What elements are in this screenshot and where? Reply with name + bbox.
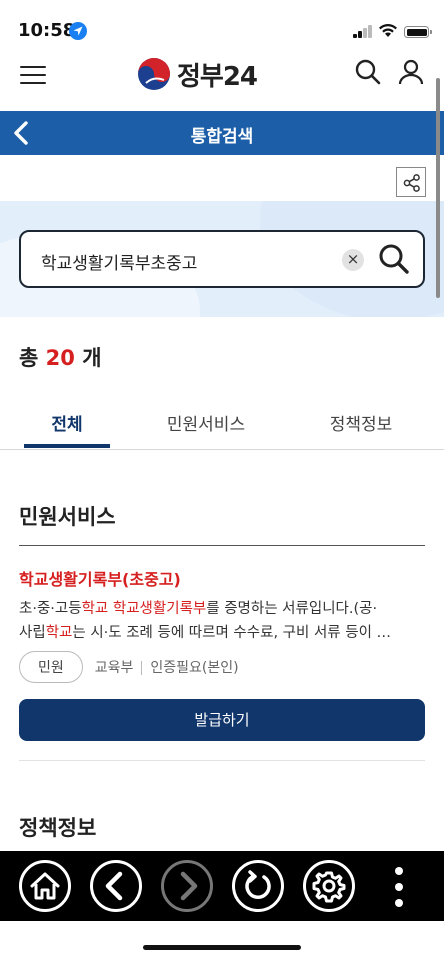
app-header: 정부24 [0,50,444,110]
search-query-text: 학교생활기록부초중고 [41,254,198,274]
home-button[interactable] [19,860,71,912]
home-indicator [143,945,301,950]
menu-icon[interactable] [20,64,46,86]
chevron-left-icon [105,871,123,901]
result-divider [19,760,425,761]
scrollbar[interactable] [436,78,440,298]
location-arrow-icon [69,22,87,40]
search-icon[interactable] [354,58,382,90]
section-title-civil: 민원서비스 [19,505,116,529]
chevron-right-icon [180,871,198,901]
battery-icon [404,26,432,38]
user-icon[interactable] [397,58,425,90]
site-logo[interactable]: 정부24 [137,56,258,92]
result-description: 초·중·고등학교 학교생활기록부를 증명하는 서류입니다.(공· 사립학교는 시… [19,601,392,641]
tab-civil-services[interactable]: 민원서비스 [150,410,262,435]
category-tag: 민원 [19,651,83,683]
status-time: 10:58 [18,20,76,41]
gear-icon [312,871,346,903]
share-icon [403,174,420,192]
active-tab-indicator [24,444,110,448]
search-submit-button[interactable] [377,242,411,280]
results-count: 20 [45,346,75,370]
search-icon [379,244,409,274]
share-button[interactable] [396,167,426,197]
reload-button[interactable] [232,860,284,912]
section-divider [19,545,425,546]
section-title-policy: 정책정보 [19,816,97,840]
back-button[interactable] [90,860,142,912]
reload-icon [245,870,271,899]
agency-label: 교육부 인증필요(본인) [94,660,239,676]
close-icon: × [346,250,360,268]
search-section: 학교생활기록부초중고 × [0,201,444,317]
forward-button[interactable] [161,860,213,912]
taegeuk-emblem-icon [138,58,170,90]
tab-all[interactable]: 전체 [24,410,110,435]
results-total: 총 20 개 [19,346,102,370]
clear-search-button[interactable]: × [342,249,364,271]
settings-button[interactable] [303,860,355,912]
tab-policy-info[interactable]: 정책정보 [315,410,407,435]
home-icon [30,872,60,900]
bottom-toolbar [0,851,444,921]
issue-button[interactable]: 발급하기 [19,699,425,741]
more-icon[interactable] [392,867,406,907]
result-tabs: 전체 민원서비스 정책정보 [0,396,444,450]
page-title: 통합검색 [190,127,254,147]
logo-text: 정부24 [177,61,258,92]
result-meta: 민원 교육부 인증필요(본인) [19,651,239,683]
cellular-signal-icon [353,25,373,38]
result-title-link[interactable]: 학교생활기록부(초중고) [19,566,181,590]
title-bar: 통합검색 [0,111,444,155]
status-bar: 10:58 [0,0,444,50]
search-input[interactable]: 학교생활기록부초중고 × [19,230,425,288]
wifi-icon [378,23,398,42]
